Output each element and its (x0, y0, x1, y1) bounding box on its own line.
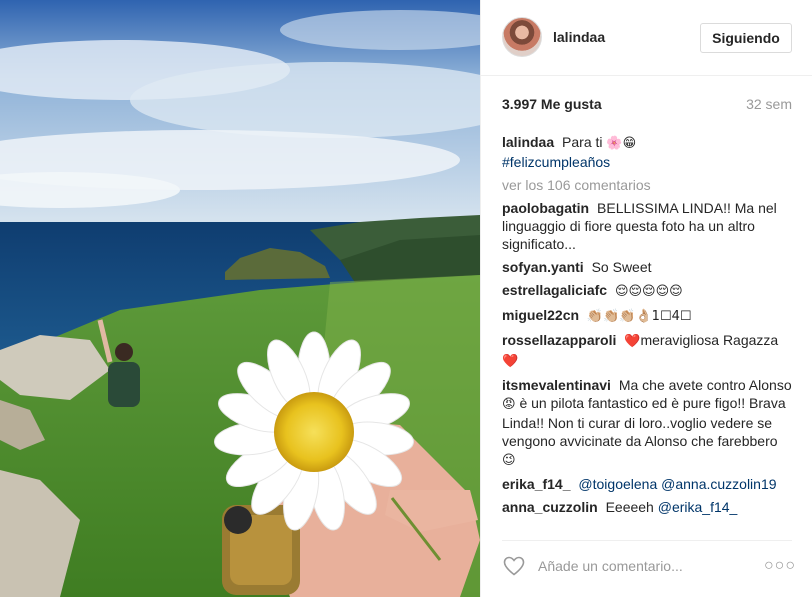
comment-username[interactable]: itsmevalentinavi (502, 377, 611, 393)
comment-text: 😌😌😌😌😌 (614, 284, 683, 299)
comment-username[interactable]: sofyan.yanti (502, 259, 584, 275)
caption-text: Para ti (562, 134, 603, 150)
comment-bar: ○○○ (502, 540, 795, 597)
caption-hashtag[interactable]: #felizcumpleaños (502, 154, 610, 170)
comment-item: estrellagaliciafc 😌😌😌😌😌 (502, 281, 792, 301)
comment-username[interactable]: estrellagaliciafc (502, 282, 607, 298)
caption-emoji: 🌸😁 (606, 136, 637, 151)
caption-username[interactable]: lalindaa (502, 134, 554, 150)
comment-text: Ma che avete contro Alonso (618, 377, 792, 393)
heart-emoji: ❤️ (502, 354, 519, 369)
following-button[interactable]: Siguiendo (700, 23, 792, 53)
more-options-icon[interactable]: ○○○ (764, 554, 795, 578)
avatar[interactable] (502, 17, 542, 57)
comment-username[interactable]: paolobagatin (502, 200, 589, 216)
mention-link[interactable]: @erika_f14_ (658, 499, 738, 515)
comment-item: itsmevalentinavi Ma che avete contro Alo… (502, 376, 792, 470)
comments-list: lalindaa Para ti 🌸😁 #felizcumpleaños ver… (502, 133, 792, 521)
load-more-comments[interactable]: ver los 106 comentarios (502, 176, 792, 194)
comment-username[interactable]: rossellazapparoli (502, 332, 616, 348)
heart-emoji: ❤️ (624, 334, 641, 349)
post-side-panel: lalindaa Siguiendo 3.997 Me gusta 32 sem… (480, 0, 812, 597)
comment-text: è un pilota fantastico ed è pure figo!! … (502, 395, 786, 449)
comment-text: meravigliosa Ragazza (640, 332, 779, 348)
mention-link[interactable]: @toigoelena (578, 476, 657, 492)
comment-item: anna_cuzzolin Eeeeeh @erika_f14_ (502, 498, 792, 516)
comment-username[interactable]: anna_cuzzolin (502, 499, 598, 515)
comment-item: miguel22cn 👏🏼👏🏼👏🏼👌🏼1☐4☐ (502, 306, 792, 326)
comment-item: erika_f14_ @toigoelena @anna.cuzzolin19 (502, 475, 792, 493)
comment-item: paolobagatin BELLISSIMA LINDA!! Ma nel l… (502, 199, 792, 253)
post-stats: 3.997 Me gusta 32 sem (502, 96, 792, 116)
comment-username[interactable]: erika_f14_ (502, 476, 571, 492)
wink-emoji: 😉 (502, 453, 516, 468)
comment-username[interactable]: miguel22cn (502, 307, 579, 323)
comment-item: sofyan.yanti So Sweet (502, 258, 792, 276)
photo-scene (0, 0, 480, 597)
caption: lalindaa Para ti 🌸😁 #felizcumpleaños (502, 133, 792, 171)
instagram-post: lalindaa Siguiendo 3.997 Me gusta 32 sem… (0, 0, 812, 597)
post-header: lalindaa Siguiendo (481, 0, 812, 76)
header-username[interactable]: lalindaa (553, 29, 605, 45)
heart-outline-icon[interactable] (502, 554, 526, 578)
comment-text: Eeeeeh (605, 499, 654, 515)
comment-text: So Sweet (591, 259, 652, 275)
angry-emoji: 😡 (502, 397, 516, 412)
likes-count[interactable]: 3.997 Me gusta (502, 96, 602, 112)
post-time[interactable]: 32 sem (746, 96, 792, 112)
comment-item: rossellazapparoli ❤️meravigliosa Ragazza… (502, 331, 792, 371)
comment-input[interactable] (538, 554, 748, 578)
comment-text: 👏🏼👏🏼👏🏼👌🏼1☐4☐ (586, 309, 692, 324)
mention-link[interactable]: @anna.cuzzolin19 (661, 476, 776, 492)
post-photo[interactable] (0, 0, 480, 597)
